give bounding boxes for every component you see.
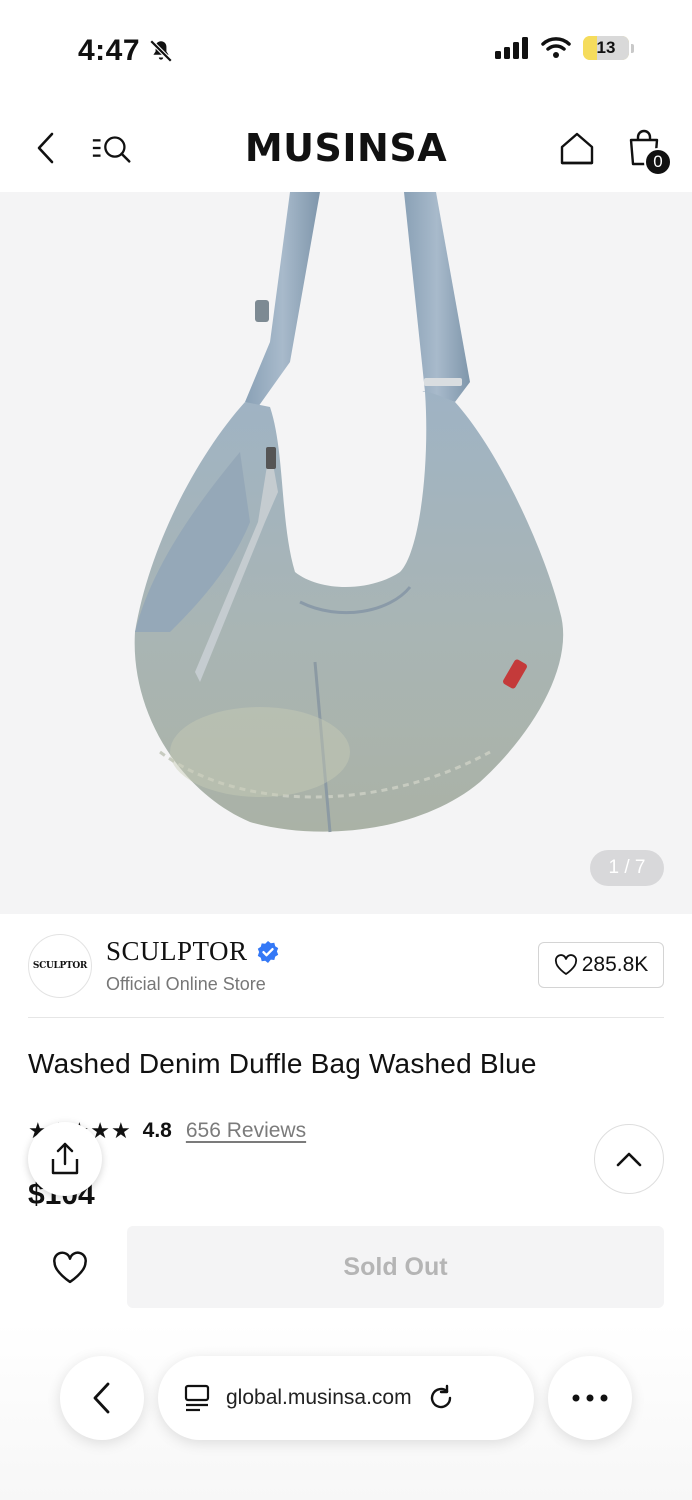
brand-section: SCULPTOR SCULPTOR Official Online Store … xyxy=(28,934,664,1018)
status-time: 4:47 xyxy=(78,34,141,67)
app-header: MUSINSA 0 xyxy=(0,100,692,192)
brand-like-count: 285.8K xyxy=(581,953,649,976)
cart-button[interactable]: 0 xyxy=(622,126,672,176)
url-text: global.musinsa.com xyxy=(226,1386,412,1409)
product-image xyxy=(134,192,564,833)
browser-toolbar: global.musinsa.com xyxy=(0,1322,692,1500)
product-image-gallery[interactable]: 1 / 7 xyxy=(0,192,692,914)
status-bar: 4:47 13 xyxy=(0,0,692,100)
brand-subtitle: Official Online Store xyxy=(106,974,266,994)
battery-indicator: 13 xyxy=(583,36,629,60)
image-page-counter: 1 / 7 xyxy=(590,850,664,886)
verified-badge-icon xyxy=(257,940,278,963)
tab-layout-icon xyxy=(184,1384,210,1412)
wishlist-button[interactable] xyxy=(40,1242,100,1294)
brand-name: SCULPTOR xyxy=(106,936,248,966)
reload-icon[interactable] xyxy=(426,1383,456,1413)
scroll-to-top-button[interactable] xyxy=(594,1124,664,1194)
share-button[interactable] xyxy=(28,1122,102,1196)
home-button[interactable] xyxy=(555,126,599,170)
cellular-signal-icon xyxy=(495,37,528,59)
cart-count-badge: 0 xyxy=(644,148,672,176)
heart-icon xyxy=(53,1251,87,1284)
battery-level: 13 xyxy=(596,38,616,57)
bell-muted-icon xyxy=(148,38,174,69)
sold-out-button[interactable]: Sold Out xyxy=(127,1226,664,1308)
brand-name-row[interactable]: SCULPTOR xyxy=(106,936,280,967)
browser-back-button[interactable] xyxy=(60,1356,144,1440)
brand-logo[interactable]: SCULPTOR xyxy=(28,934,92,998)
more-dots-icon xyxy=(572,1394,608,1402)
star-icon: ★ xyxy=(110,1118,131,1143)
brand-like-button[interactable]: 285.8K xyxy=(538,942,664,988)
chevron-up-icon xyxy=(616,1152,642,1167)
browser-more-button[interactable] xyxy=(548,1356,632,1440)
rating-value: 4.8 xyxy=(142,1119,172,1142)
chevron-left-icon xyxy=(93,1382,110,1414)
heart-icon xyxy=(554,954,577,975)
wifi-icon xyxy=(541,37,571,58)
share-icon xyxy=(51,1142,79,1175)
status-right: 13 xyxy=(495,36,634,60)
address-bar[interactable]: global.musinsa.com xyxy=(158,1356,534,1440)
reviews-link[interactable]: 656 Reviews xyxy=(186,1119,306,1143)
home-icon xyxy=(560,132,594,165)
product-title: Washed Denim Duffle Bag Washed Blue xyxy=(28,1048,537,1079)
purchase-bar: Sold Out xyxy=(0,1212,692,1322)
